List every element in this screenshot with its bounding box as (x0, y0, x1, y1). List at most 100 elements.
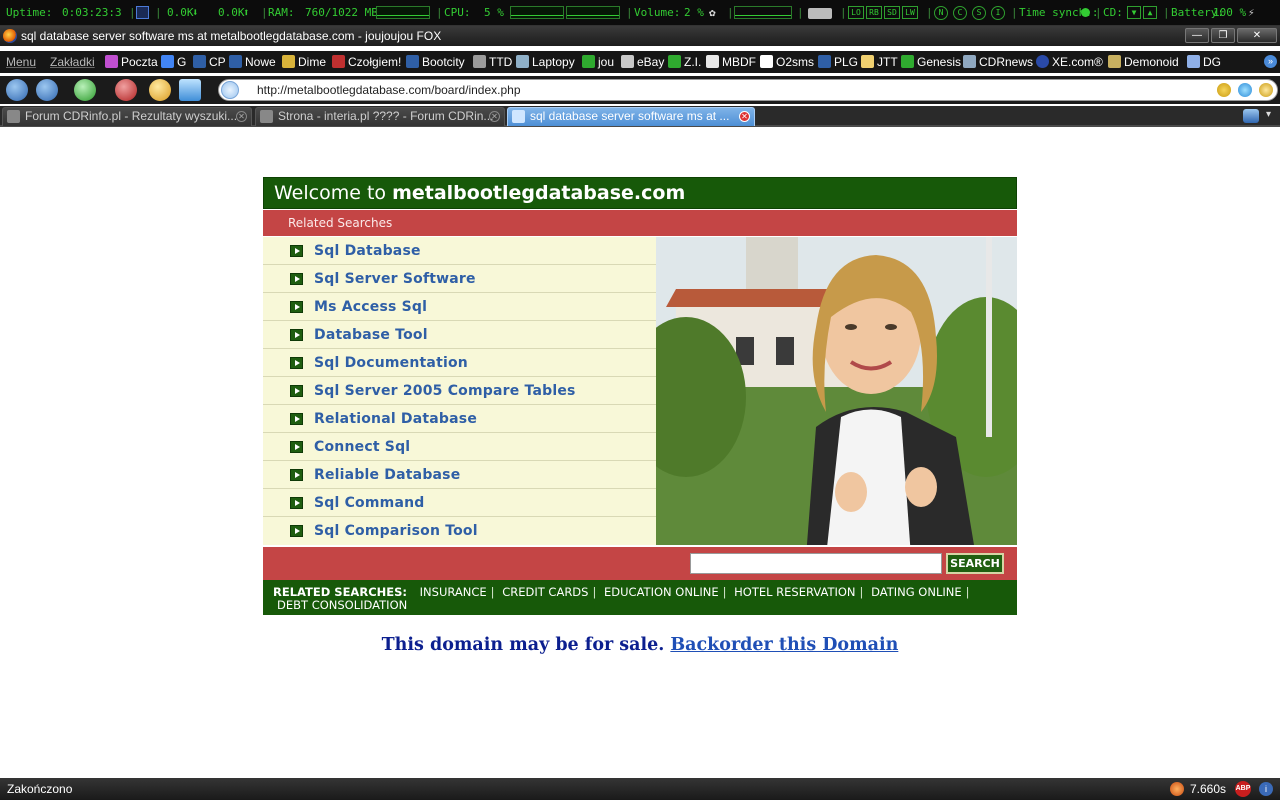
list-item[interactable]: Ms Access Sql (263, 293, 656, 321)
list-item[interactable]: Database Tool (263, 321, 656, 349)
menu-button[interactable]: Menu (6, 51, 36, 73)
list-item[interactable]: Sql Comparison Tool (263, 517, 656, 545)
bookmark-xe[interactable]: XE.com® (1036, 51, 1103, 73)
list-item[interactable]: Sql Command (263, 489, 656, 517)
bookmark-plg[interactable]: PLG (818, 51, 858, 73)
addon-icon[interactable] (1238, 83, 1252, 97)
i-indicator[interactable]: I (991, 6, 1005, 20)
bookmark-zi[interactable]: Z.I. (668, 51, 701, 73)
list-item[interactable]: Relational Database (263, 405, 656, 433)
forward-icon[interactable] (36, 79, 58, 101)
related-link[interactable]: Reliable Database (314, 467, 460, 483)
related-link[interactable]: Sql Documentation (314, 355, 468, 371)
backorder-link[interactable]: Backorder this Domain (670, 635, 898, 655)
separator: | (926, 6, 933, 19)
fox-icon[interactable] (1170, 782, 1184, 796)
info-icon[interactable]: i (1259, 782, 1273, 796)
bookmark-bootcity[interactable]: Bootcity (406, 51, 465, 73)
bookmark-ebay[interactable]: eBay (621, 51, 664, 73)
star-icon[interactable] (1259, 83, 1273, 97)
cd-close-icon[interactable]: ▲ (1143, 6, 1157, 19)
bookmark-mbdf[interactable]: MBDF (706, 51, 756, 73)
related-link[interactable]: Sql Comparison Tool (314, 523, 478, 539)
list-item[interactable]: Sql Documentation (263, 349, 656, 377)
related-link[interactable]: Sql Server Software (314, 271, 476, 287)
separator: | (626, 6, 633, 19)
related-link[interactable]: Relational Database (314, 411, 477, 427)
related-link[interactable]: Sql Database (314, 243, 421, 259)
bookmark-genesis[interactable]: Genesis (901, 51, 961, 73)
bookmark-o2sms[interactable]: O2sms (760, 51, 814, 73)
c-indicator[interactable]: C (953, 6, 967, 20)
list-item[interactable]: Connect Sql (263, 433, 656, 461)
related-search-link[interactable]: INSURANCE (420, 585, 487, 599)
bookmark-demonoid[interactable]: Demonoid (1108, 51, 1179, 73)
tab-overflow-icon[interactable]: ▾ (1266, 109, 1271, 120)
close-tab-icon[interactable]: ✕ (739, 111, 750, 122)
bookmark-cp[interactable]: CP (193, 51, 226, 73)
lo-box[interactable]: LO (848, 6, 864, 19)
site-identity-icon[interactable] (221, 81, 239, 99)
related-link[interactable]: Sql Command (314, 495, 424, 511)
bookmark-laptopy[interactable]: Laptopy (516, 51, 575, 73)
related-search-link[interactable]: DEBT CONSOLIDATION (277, 598, 407, 612)
related-link[interactable]: Connect Sql (314, 439, 410, 455)
feed-icon[interactable] (1217, 83, 1231, 97)
bookmark-poczta[interactable]: Poczta (105, 51, 158, 73)
bookmark-nowe[interactable]: Nowe (229, 51, 276, 73)
back-icon[interactable] (6, 79, 28, 101)
arrow-icon (290, 469, 303, 481)
sd-box[interactable]: SD (884, 6, 900, 19)
lw-box[interactable]: LW (902, 6, 918, 19)
search-button[interactable]: SEARCH (946, 553, 1004, 574)
bookmark-icon (861, 55, 874, 68)
close-button[interactable]: ✕ (1237, 28, 1277, 43)
rb-box[interactable]: RB (866, 6, 882, 19)
related-link[interactable]: Database Tool (314, 327, 428, 343)
stop-icon[interactable] (115, 79, 137, 101)
cd-eject-icon[interactable]: ▼ (1127, 6, 1141, 19)
tab-sql-database[interactable]: sql database server software ms at ... ✕ (507, 107, 755, 126)
url-bar[interactable]: http://metalbootlegdatabase.com/board/in… (218, 79, 1278, 101)
related-search-link[interactable]: CREDIT CARDS (502, 585, 588, 599)
image-icon[interactable] (179, 79, 201, 101)
reload-icon[interactable] (74, 79, 96, 101)
maximize-button[interactable]: ❐ (1211, 28, 1235, 43)
firefox-icon[interactable] (3, 29, 17, 43)
bookmarks-overflow-icon[interactable]: » (1264, 55, 1277, 68)
volume-slider[interactable] (734, 6, 792, 19)
mute-icon[interactable]: ✿ (709, 6, 716, 19)
minimize-button[interactable]: — (1185, 28, 1209, 43)
related-search-link[interactable]: DATING ONLINE (871, 585, 962, 599)
list-item[interactable]: Sql Database (263, 237, 656, 265)
bookmark-icon (406, 55, 419, 68)
bookmark-dime[interactable]: Dime (282, 51, 326, 73)
drive-icon[interactable] (808, 8, 832, 19)
bookmark-ttd[interactable]: TTD (473, 51, 512, 73)
list-item[interactable]: Sql Server 2005 Compare Tables (263, 377, 656, 405)
bookmark-jou[interactable]: jou (582, 51, 614, 73)
tab-list-icon[interactable] (1243, 109, 1259, 123)
clock-icon[interactable] (149, 79, 171, 101)
list-item[interactable]: Reliable Database (263, 461, 656, 489)
close-tab-icon[interactable]: ✕ (489, 111, 500, 122)
tab-interia[interactable]: Strona - interia.pl ???? - Forum CDRin..… (255, 107, 505, 126)
bookmark-g[interactable]: G (161, 51, 186, 73)
bookmark-jtt[interactable]: JTT (861, 51, 898, 73)
close-tab-icon[interactable]: ✕ (236, 111, 247, 122)
related-search-link[interactable]: EDUCATION ONLINE (604, 585, 719, 599)
bookmarks-menu-button[interactable]: Zakładki (50, 51, 95, 73)
related-link[interactable]: Ms Access Sql (314, 299, 427, 315)
tab-forum-cdrinfo[interactable]: Forum CDRinfo.pl - Rezultaty wyszuki... … (2, 107, 252, 126)
bookmark-dg[interactable]: DG (1187, 51, 1221, 73)
bookmark-czolgiem[interactable]: Czołgiem! (332, 51, 401, 73)
n-indicator[interactable]: N (934, 6, 948, 20)
search-input[interactable] (690, 553, 942, 574)
related-link[interactable]: Sql Server 2005 Compare Tables (314, 383, 576, 399)
s-indicator[interactable]: S (972, 6, 986, 20)
url-text[interactable]: http://metalbootlegdatabase.com/board/in… (257, 80, 521, 100)
adblock-icon[interactable]: ABP (1235, 781, 1251, 797)
bookmark-cdrnews[interactable]: CDRnews (963, 51, 1033, 73)
list-item[interactable]: Sql Server Software (263, 265, 656, 293)
related-search-link[interactable]: HOTEL RESERVATION (734, 585, 855, 599)
